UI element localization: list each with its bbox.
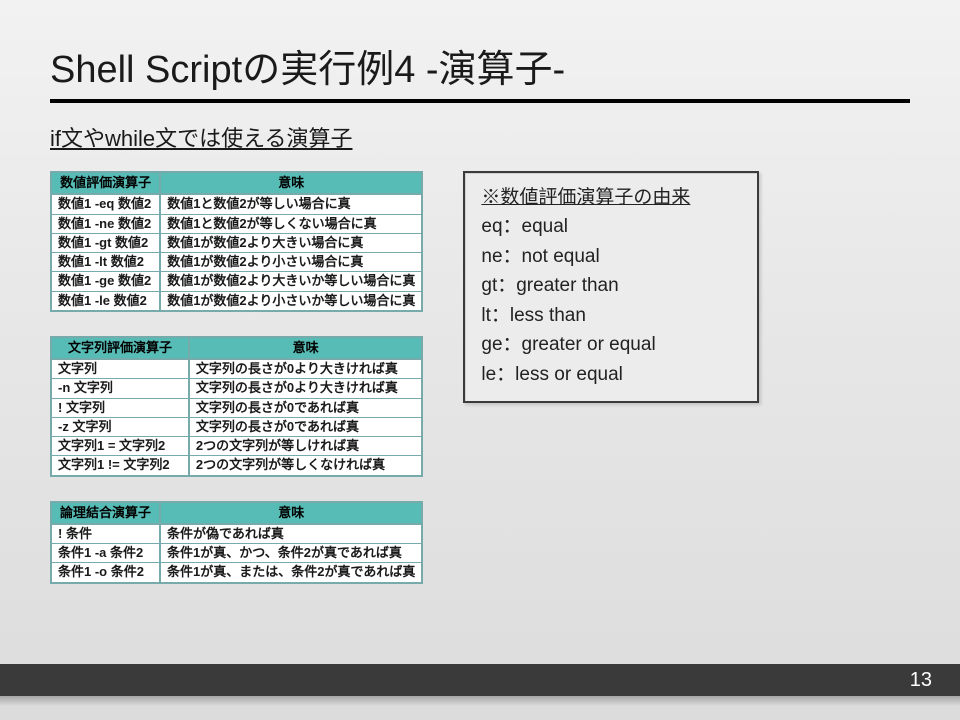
slide: Shell Scriptの実行例4 -演算子- if文やwhile文では使える演…	[0, 0, 960, 720]
logical-operators-table: 論理結合演算子 意味 ! 条件条件が偽であれば真 条件1 -a 条件2条件1が真…	[50, 501, 423, 584]
table-row: 文字列文字列の長さが0より大きければ真	[51, 359, 422, 379]
table-row: -z 文字列文字列の長さが0であれば真	[51, 417, 422, 436]
content-row: 数値評価演算子 意味 数値1 -eq 数値2数値1と数値2が等しい場合に真 数値…	[50, 171, 910, 584]
table-row: 数値1 -eq 数値2数値1と数値2が等しい場合に真	[51, 194, 422, 214]
table-row: 条件1 -a 条件2条件1が真、かつ、条件2が真であれば真	[51, 544, 422, 563]
string-header-meaning: 意味	[189, 337, 422, 359]
page-number: 13	[910, 669, 932, 692]
note-line: ge：greater or equal	[481, 334, 655, 355]
page-title: Shell Scriptの実行例4 -演算子-	[50, 38, 910, 93]
string-operators-table: 文字列評価演算子 意味 文字列文字列の長さが0より大きければ真 -n 文字列文字…	[50, 336, 423, 477]
table-row: -n 文字列文字列の長さが0より大きければ真	[51, 379, 422, 398]
table-row: 文字列1 = 文字列22つの文字列が等しければ真	[51, 437, 422, 456]
note-line: ne：not equal	[481, 246, 599, 267]
title-divider	[50, 99, 910, 103]
table-row: 文字列1 != 文字列22つの文字列が等しくなければ真	[51, 456, 422, 476]
footer-shadow	[0, 696, 960, 706]
string-header-op: 文字列評価演算子	[51, 337, 189, 359]
numeric-operators-table: 数値評価演算子 意味 数値1 -eq 数値2数値1と数値2が等しい場合に真 数値…	[50, 171, 423, 312]
table-row: 条件1 -o 条件2条件1が真、または、条件2が真であれば真	[51, 563, 422, 583]
footer-bar	[0, 664, 960, 696]
note-title: ※数値評価演算子の由来	[481, 183, 741, 212]
note-line: eq：equal	[481, 216, 568, 237]
origin-note-box: ※数値評価演算子の由来 eq：equal ne：not equal gt：gre…	[463, 171, 759, 403]
table-row: 数値1 -lt 数値2数値1が数値2より小さい場合に真	[51, 253, 422, 272]
table-header-row: 文字列評価演算子 意味	[51, 337, 422, 359]
table-row: 数値1 -ne 数値2数値1と数値2が等しくない場合に真	[51, 214, 422, 233]
table-header-row: 数値評価演算子 意味	[51, 172, 422, 194]
note-line: gt：greater than	[481, 275, 618, 296]
numeric-header-op: 数値評価演算子	[51, 172, 160, 194]
tables-column: 数値評価演算子 意味 数値1 -eq 数値2数値1と数値2が等しい場合に真 数値…	[50, 171, 423, 584]
note-line: le：less or equal	[481, 364, 623, 385]
table-row: 数値1 -le 数値2数値1が数値2より小さいか等しい場合に真	[51, 291, 422, 311]
table-row: 数値1 -ge 数値2数値1が数値2より大きいか等しい場合に真	[51, 272, 422, 291]
subtitle: if文やwhile文では使える演算子	[50, 121, 910, 153]
numeric-header-meaning: 意味	[160, 172, 422, 194]
logical-header-op: 論理結合演算子	[51, 502, 160, 524]
note-line: lt：less than	[481, 305, 586, 326]
logical-header-meaning: 意味	[160, 502, 422, 524]
table-row: ! 文字列文字列の長さが0であれば真	[51, 398, 422, 417]
table-row: ! 条件条件が偽であれば真	[51, 524, 422, 544]
table-row: 数値1 -gt 数値2数値1が数値2より大きい場合に真	[51, 233, 422, 252]
table-header-row: 論理結合演算子 意味	[51, 502, 422, 524]
